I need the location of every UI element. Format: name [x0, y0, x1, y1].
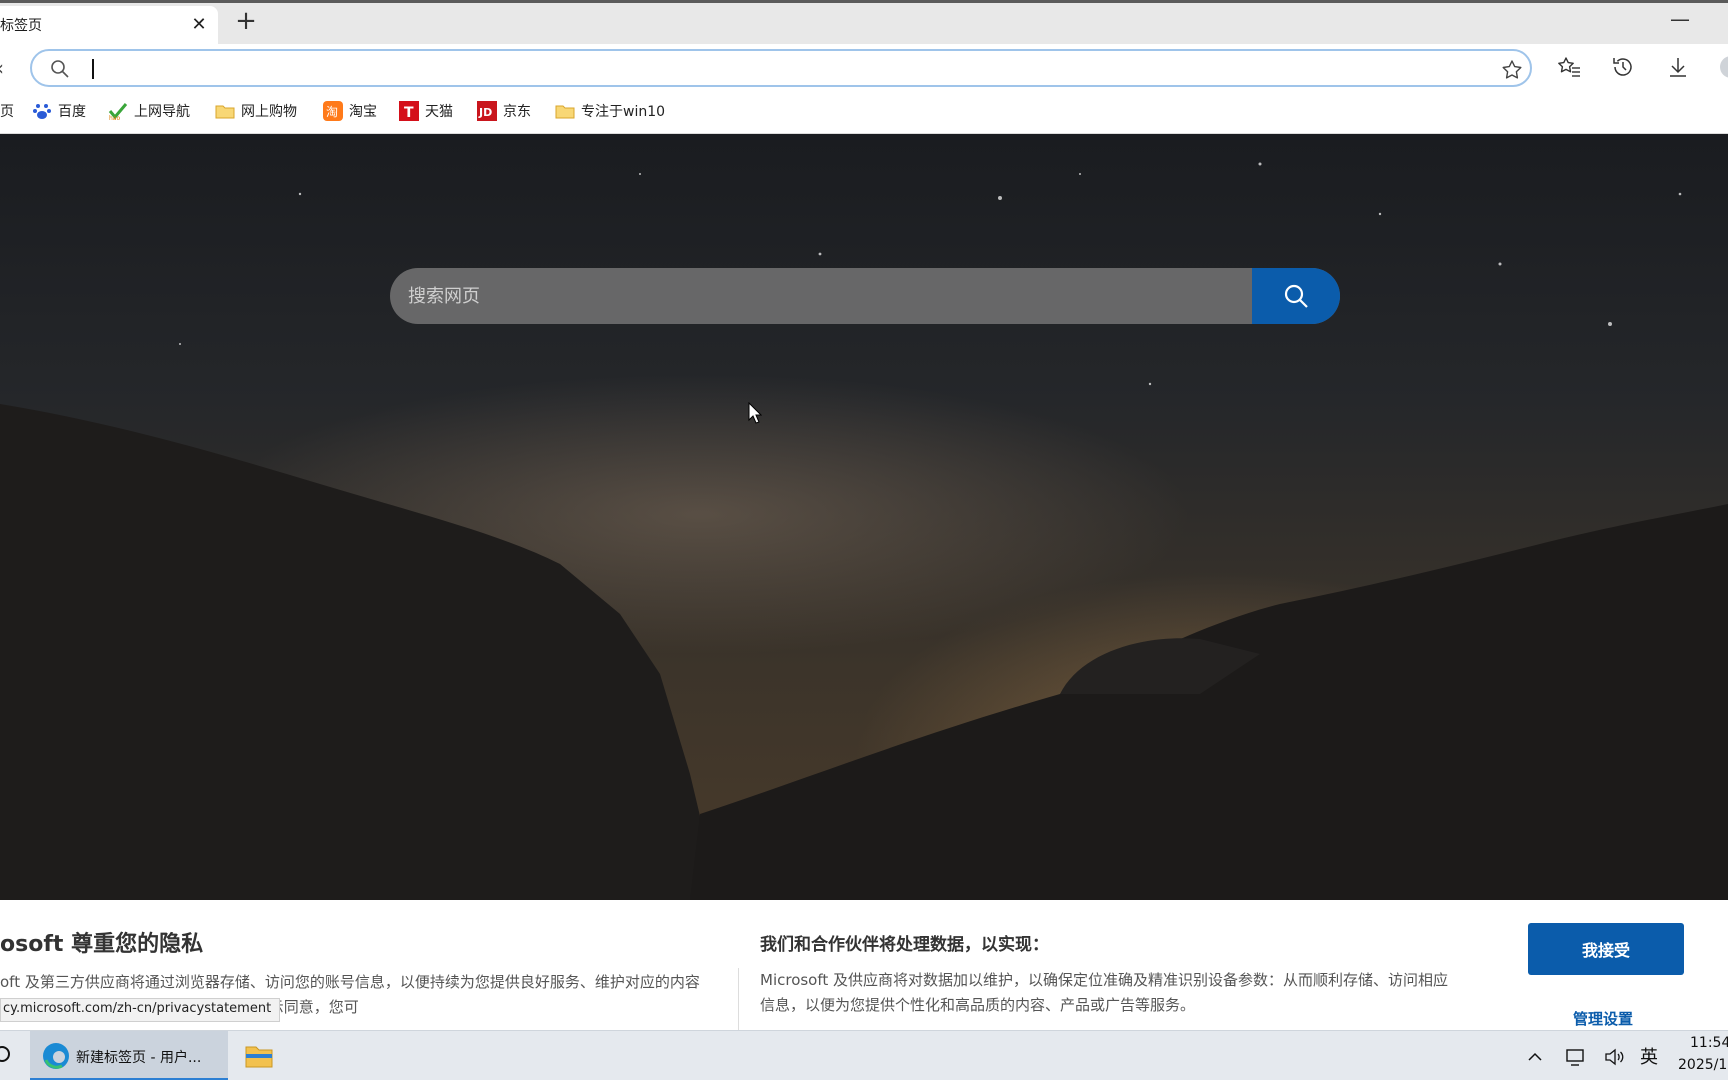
taskbar: 新建标签页 - 用户... 英 11:54 2025/1 — [0, 1030, 1728, 1080]
history-icon[interactable] — [1610, 54, 1636, 80]
bookmark-label: 淘宝 — [349, 104, 377, 120]
folder-icon — [555, 105, 575, 119]
bookmark-jd[interactable]: JD 京东 — [477, 99, 531, 123]
bookmark-page[interactable]: 页 — [0, 99, 14, 123]
minimize-button[interactable]: — — [1666, 7, 1694, 35]
manage-settings-link[interactable]: 管理设置 — [1573, 1008, 1633, 1029]
input-method-indicator[interactable]: 英 — [1640, 1043, 1658, 1069]
address-bar[interactable] — [30, 49, 1532, 87]
background-landscape — [0, 162, 1728, 900]
clock-time[interactable]: 11:54 — [1690, 1035, 1728, 1051]
hao123-icon: hao — [108, 103, 128, 121]
close-icon[interactable]: ✕ — [190, 16, 208, 34]
partners-title: 我们和合作伙伴将处理数据，以实现： — [760, 935, 1049, 955]
bookmark-taobao[interactable]: 淘 淘宝 — [323, 99, 377, 123]
bookmark-label: 网上购物 — [241, 104, 297, 120]
bookmark-shopping-folder[interactable]: 网上购物 — [215, 99, 297, 123]
back-icon[interactable]: ‹ — [0, 56, 12, 80]
search-icon — [51, 60, 69, 78]
partners-text: Microsoft 及供应商将对数据加以维护，以确保定位准确及精准识别设备参数：… — [760, 971, 1449, 1014]
svg-text:T: T — [404, 105, 414, 121]
bookmark-label: 天猫 — [425, 104, 453, 120]
search-icon — [1284, 284, 1308, 308]
chevron-up-icon[interactable] — [1524, 1046, 1546, 1068]
taskbar-edge-window[interactable]: 新建标签页 - 用户... — [30, 1031, 228, 1080]
bookmark-label: 上网导航 — [134, 104, 190, 120]
taskbar-edge-label: 新建标签页 - 用户... — [76, 1050, 202, 1066]
folder-icon — [215, 105, 235, 119]
bookmark-win10-folder[interactable]: 专注于win10 — [555, 99, 665, 123]
privacy-divider — [738, 968, 739, 1030]
clock-date[interactable]: 2025/1 — [1678, 1057, 1727, 1073]
svg-text:JD: JD — [478, 106, 492, 119]
bookmark-label: 京东 — [503, 104, 531, 120]
bookmark-tmall[interactable]: T 天猫 — [399, 99, 453, 123]
bookmark-label: 页 — [0, 104, 14, 120]
svg-text:淘: 淘 — [326, 105, 338, 119]
edge-browser-icon — [43, 1043, 69, 1069]
address-input[interactable] — [98, 55, 1438, 83]
new-tab-background — [0, 134, 1728, 900]
volume-icon[interactable] — [1603, 1046, 1625, 1068]
bookmark-hao123[interactable]: hao 上网导航 — [108, 99, 190, 123]
download-icon[interactable] — [1665, 54, 1691, 80]
tab-strip: 标签页 ✕ + — — [0, 0, 1728, 47]
bookmark-baidu[interactable]: 百度 — [32, 99, 86, 123]
taobao-icon: 淘 — [323, 101, 343, 121]
accept-button[interactable]: 我接受 — [1528, 923, 1684, 975]
tmall-icon: T — [399, 101, 419, 121]
mouse-cursor-icon — [748, 402, 762, 424]
page-search-input[interactable] — [408, 268, 1248, 324]
text-caret — [92, 59, 94, 79]
tab-new-tab[interactable]: 标签页 ✕ — [0, 6, 218, 47]
privacy-title: osoft 尊重您的隐私 — [0, 932, 204, 957]
tab-title: 标签页 — [0, 18, 42, 34]
page-search-box[interactable] — [390, 268, 1340, 324]
bookmark-label: 专注于win10 — [581, 104, 666, 120]
page-search-button[interactable] — [1252, 268, 1340, 324]
favorites-icon[interactable] — [1556, 54, 1582, 80]
profile-icon[interactable] — [1718, 54, 1728, 80]
file-explorer-icon[interactable] — [240, 1037, 278, 1075]
toolbar: ‹ — [0, 44, 1728, 90]
new-tab-button[interactable]: + — [232, 7, 260, 35]
baidu-icon — [33, 104, 51, 119]
search-circle-icon[interactable] — [0, 1044, 14, 1066]
favorite-star-icon[interactable] — [1500, 58, 1524, 82]
jd-icon: JD — [477, 101, 497, 121]
bookmarks-bar: 页 百度 hao 上网导航 网上购物 淘 淘宝 T 天猫 JD 京东 专注于wi… — [0, 90, 1728, 134]
svg-text:hao: hao — [109, 115, 120, 121]
status-url-tooltip: cy.microsoft.com/zh-cn/privacystatement — [0, 998, 281, 1022]
network-icon[interactable] — [1564, 1046, 1586, 1068]
bookmark-label: 百度 — [58, 104, 86, 120]
